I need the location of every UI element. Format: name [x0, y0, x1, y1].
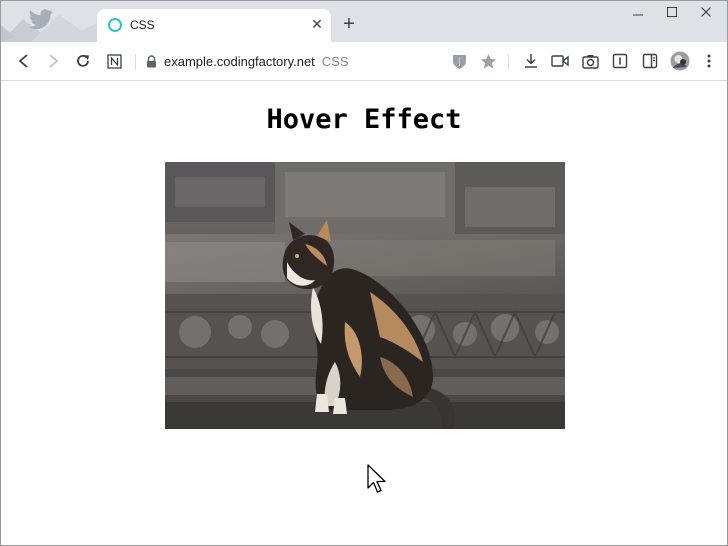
plus-icon[interactable]: + [339, 14, 359, 34]
notion-icon[interactable] [103, 50, 125, 72]
cat-photo[interactable] [165, 162, 565, 429]
reload-icon[interactable] [72, 50, 94, 72]
twitter-bird-icon [28, 9, 54, 30]
forward-icon[interactable] [42, 50, 64, 72]
tab-title: CSS [130, 18, 155, 32]
reader-icon[interactable] [609, 50, 631, 72]
maximize-icon[interactable] [655, 3, 689, 25]
url-page-title: CSS [321, 54, 349, 69]
tabstrip-artwork [1, 1, 97, 42]
camera-icon[interactable] [579, 50, 601, 72]
avatar[interactable] [669, 50, 691, 72]
back-icon[interactable] [13, 50, 35, 72]
window-close-icon[interactable] [689, 3, 723, 25]
cursor-icon [367, 464, 387, 499]
more-icon[interactable] [698, 50, 720, 72]
sidebar-icon[interactable] [639, 50, 661, 72]
browser-window: CSS ✕ + example.codingfactory.net CSS Ho… [0, 0, 728, 546]
star-icon[interactable] [477, 50, 499, 72]
tab-favicon-icon [108, 18, 122, 32]
active-tab[interactable]: CSS ✕ [97, 9, 331, 42]
page-viewport: Hover Effect [1, 82, 727, 545]
page-heading: Hover Effect [266, 104, 462, 135]
video-icon[interactable] [549, 50, 571, 72]
shield-icon[interactable] [448, 50, 470, 72]
address-bar[interactable]: example.codingfactory.net CSS [164, 54, 349, 69]
download-icon[interactable] [520, 50, 542, 72]
lock-icon[interactable] [146, 55, 157, 73]
tab-strip: CSS ✕ + [1, 1, 727, 42]
close-icon[interactable]: ✕ [308, 15, 326, 33]
url-domain: example.codingfactory.net [164, 54, 315, 69]
minimize-icon[interactable] [621, 3, 655, 25]
browser-toolbar: example.codingfactory.net CSS [1, 42, 727, 81]
toolbar-separator-2 [508, 54, 509, 70]
toolbar-separator [135, 54, 136, 70]
